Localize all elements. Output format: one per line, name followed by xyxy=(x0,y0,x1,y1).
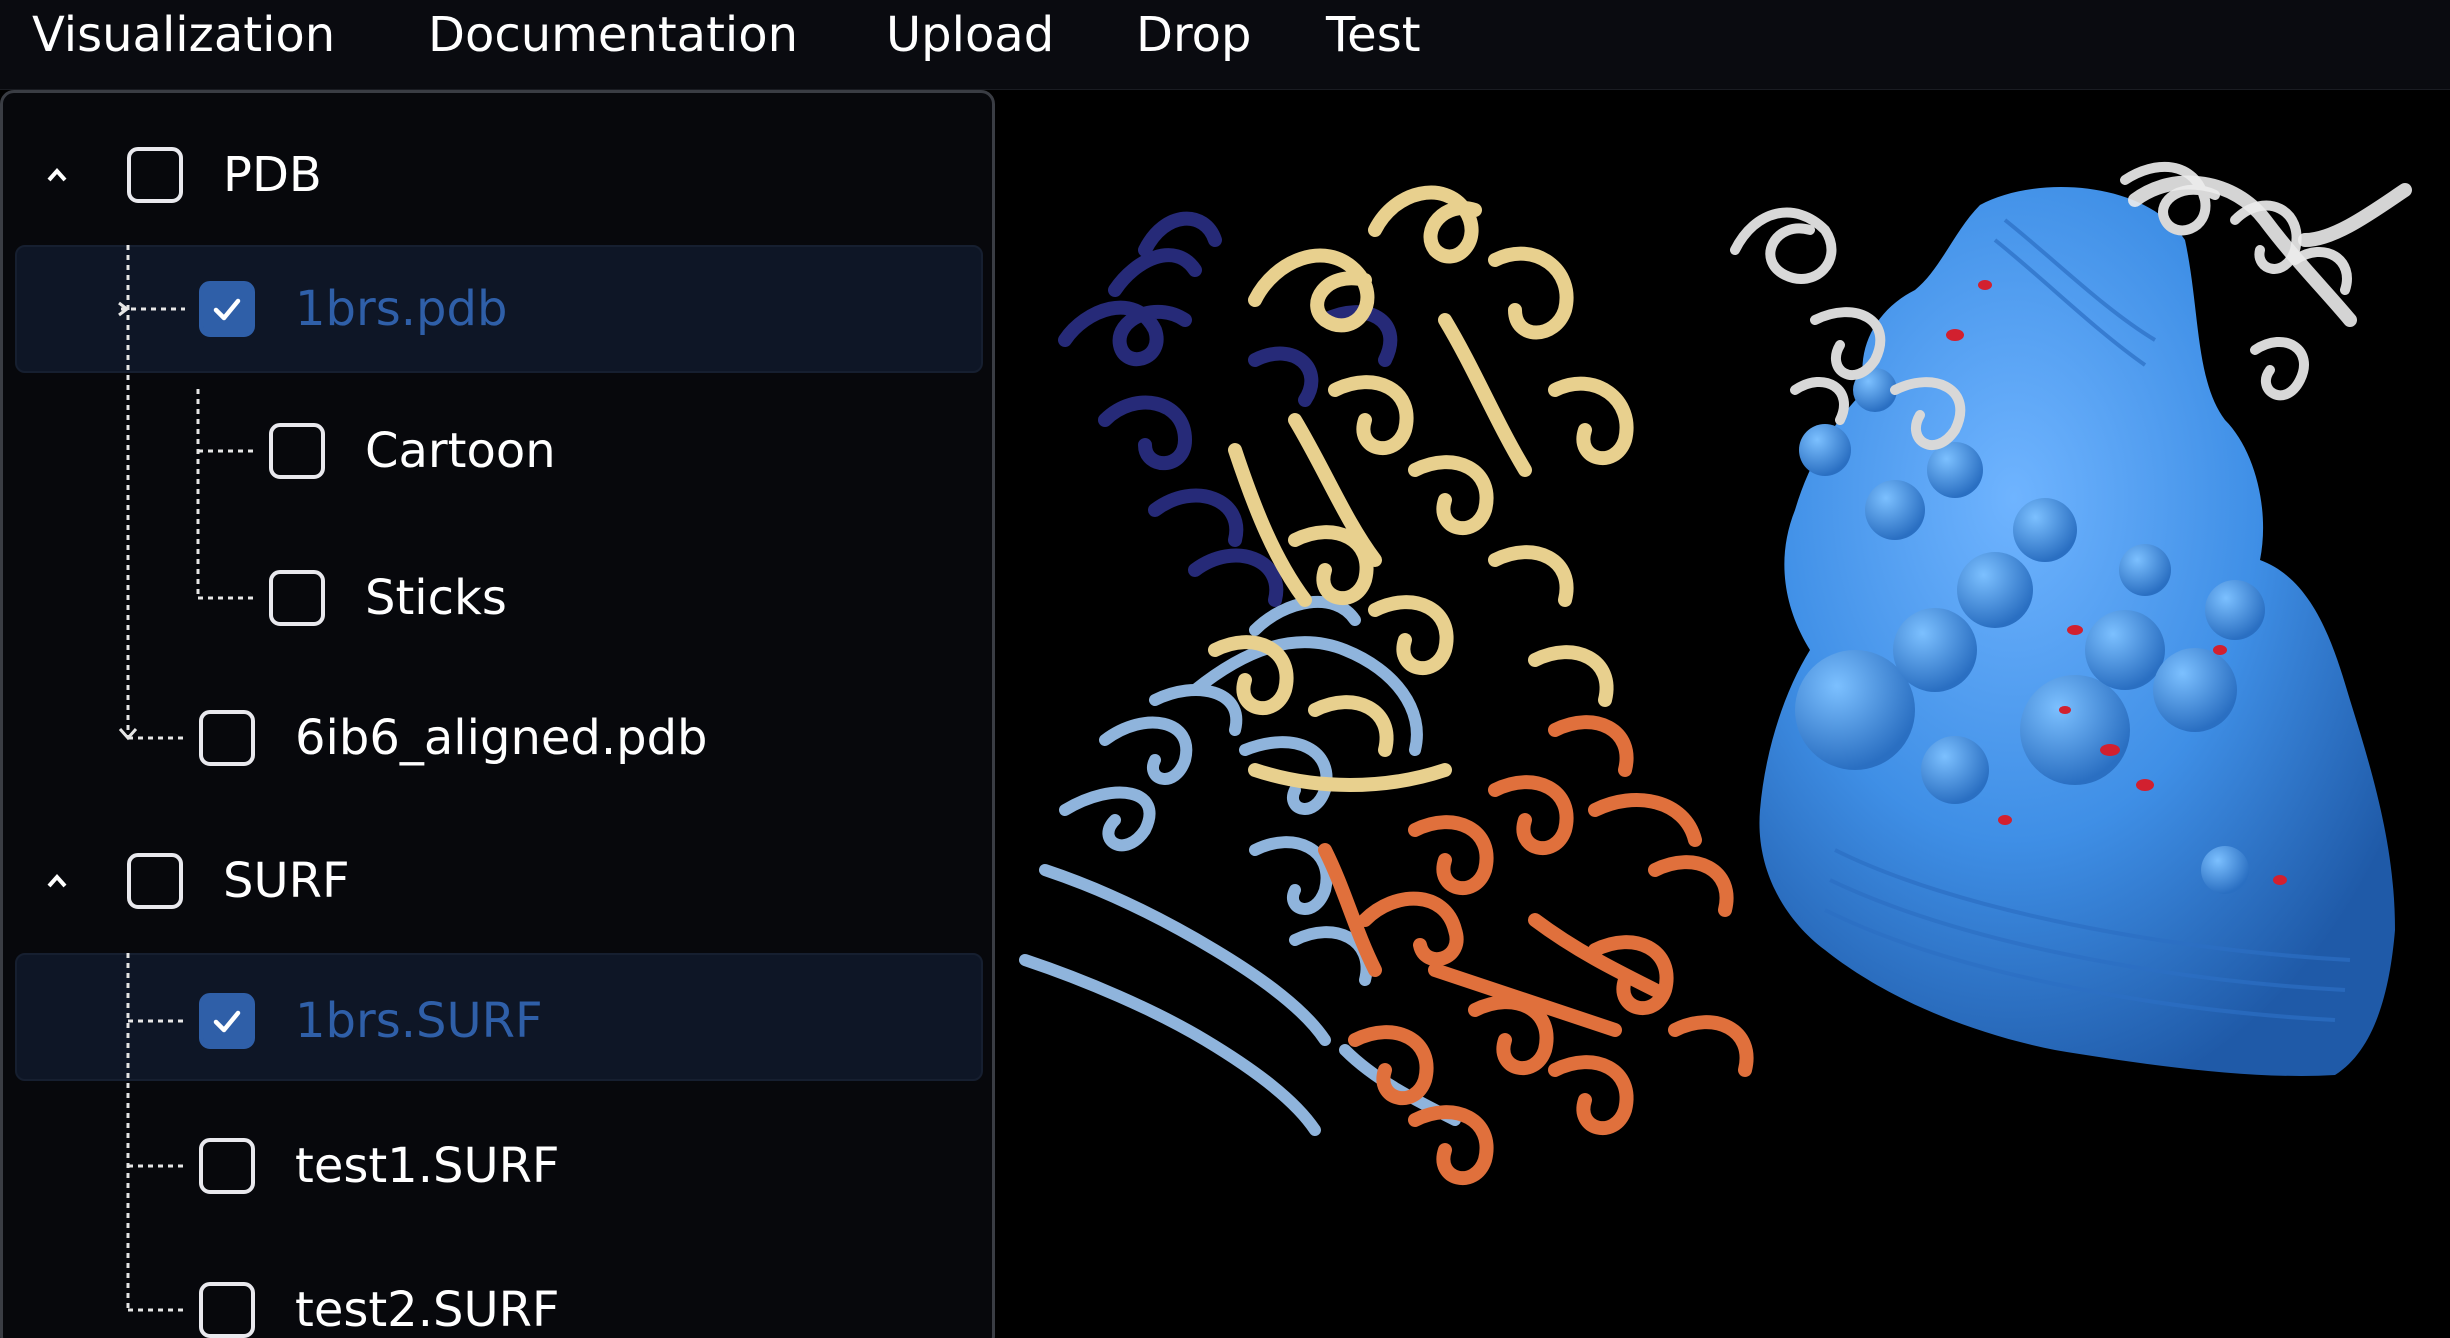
chevron-up-icon xyxy=(47,167,67,182)
1brs-surf-checkbox[interactable] xyxy=(199,993,255,1049)
tree-item-1brs-surf[interactable]: 1brs.SURF xyxy=(199,976,543,1066)
tree-item-cartoon[interactable]: Cartoon xyxy=(269,406,556,496)
menu-upload[interactable]: Upload xyxy=(886,6,1054,64)
sticks-checkbox[interactable] xyxy=(269,570,325,626)
checkmark-icon xyxy=(213,298,241,321)
tree-item-label: Sticks xyxy=(365,570,507,626)
tree-item-6ib6-aligned-pdb[interactable]: 6ib6_aligned.pdb xyxy=(199,693,708,783)
molecule-render xyxy=(1019,162,2412,1185)
top-menu-bar: Visualization Documentation Upload Drop … xyxy=(0,0,2450,90)
menu-drop[interactable]: Drop xyxy=(1136,6,1251,64)
tree-item-label: test1.SURF xyxy=(295,1138,560,1194)
gold-ribbon xyxy=(1208,185,1634,792)
tree-item-1brs-pdb[interactable]: 1brs.pdb xyxy=(199,264,507,354)
file-tree-panel: PDB 1brs.pdb Cartoon Sticks 6ib6_aligned… xyxy=(0,90,995,1338)
chevron-up-icon xyxy=(47,873,67,888)
pdb-group-checkbox[interactable] xyxy=(127,147,183,203)
menu-test[interactable]: Test xyxy=(1326,6,1421,64)
menu-documentation[interactable]: Documentation xyxy=(428,6,798,64)
molecular-surface xyxy=(1759,187,2395,1076)
tree-item-test1-surf[interactable]: test1.SURF xyxy=(199,1121,560,1211)
tree-item-label: 1brs.pdb xyxy=(295,281,508,337)
collapse-pdb-toggle[interactable] xyxy=(37,155,77,195)
molecule-3d-viewer[interactable] xyxy=(995,90,2450,1338)
1brs-pdb-checkbox[interactable] xyxy=(199,281,255,337)
test2-surf-checkbox[interactable] xyxy=(199,1282,255,1338)
surf-group-checkbox[interactable] xyxy=(127,853,183,909)
menu-visualization[interactable]: Visualization xyxy=(32,6,335,64)
tree-item-label: Cartoon xyxy=(365,423,556,479)
tree-item-label: test2.SURF xyxy=(295,1282,560,1338)
checkmark-icon xyxy=(213,1010,241,1033)
orange-ribbon xyxy=(1318,715,1754,1185)
cartoon-checkbox[interactable] xyxy=(269,423,325,479)
tree-item-test2-surf[interactable]: test2.SURF xyxy=(199,1265,560,1338)
tree-group-label: SURF xyxy=(223,853,350,909)
tree-group-surf[interactable]: SURF xyxy=(127,836,350,926)
test1-surf-checkbox[interactable] xyxy=(199,1138,255,1194)
collapse-surf-toggle[interactable] xyxy=(37,861,77,901)
tree-group-label: PDB xyxy=(223,147,322,203)
tree-item-sticks[interactable]: Sticks xyxy=(269,553,507,643)
tree-group-pdb[interactable]: PDB xyxy=(127,130,322,220)
6ib6-aligned-pdb-checkbox[interactable] xyxy=(199,710,255,766)
tree-item-label: 6ib6_aligned.pdb xyxy=(295,710,708,766)
tree-item-label: 1brs.SURF xyxy=(295,993,543,1049)
